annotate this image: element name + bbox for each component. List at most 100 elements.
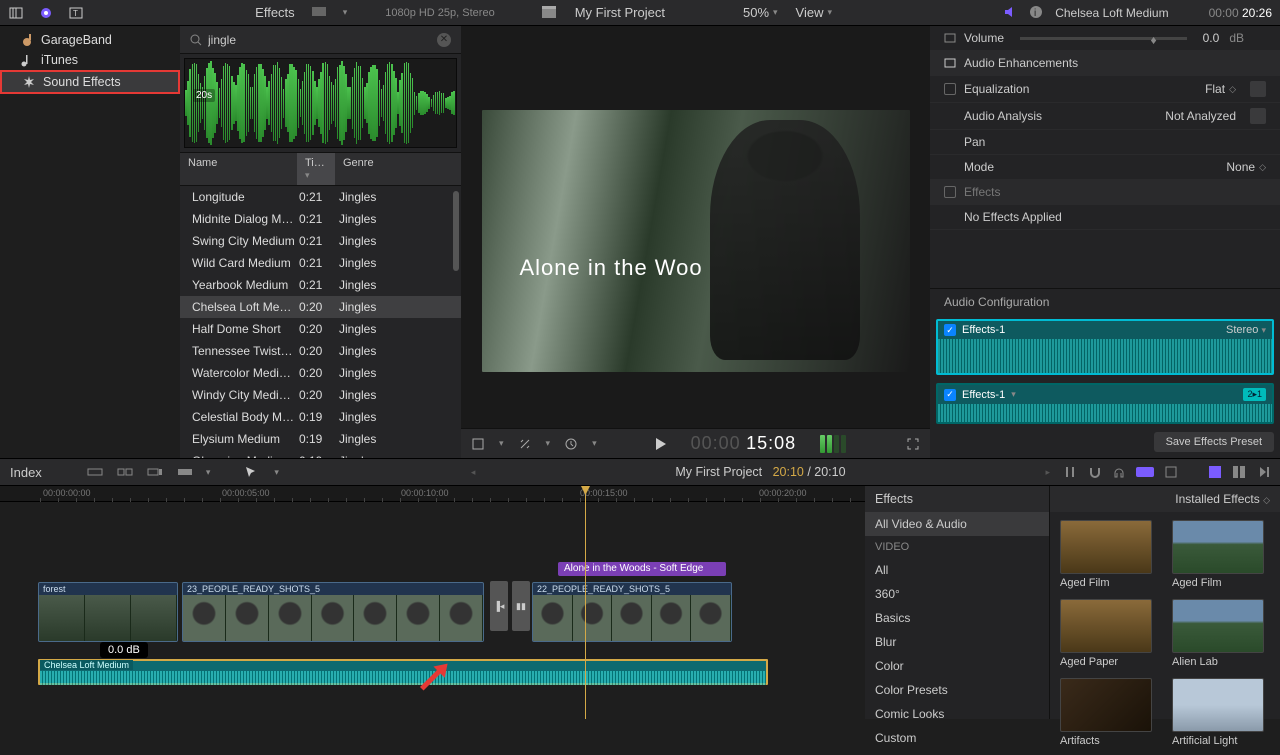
viewer-canvas[interactable]: Alone in the Woo [461,26,930,428]
video-clip[interactable]: 23_PEOPLE_READY_SHOTS_5 [182,582,484,642]
fx-category[interactable]: Custom [865,726,1049,750]
component-checkbox[interactable]: ✓ [944,389,956,401]
scrollbar[interactable] [453,191,459,271]
layout3-icon[interactable] [1256,465,1270,479]
effect-item[interactable]: Artificial Light [1172,678,1270,747]
folder-icon[interactable] [311,5,327,21]
audio-preview[interactable]: 20s [184,58,457,148]
component-checkbox[interactable]: ✓ [944,324,956,336]
track-row[interactable]: Midnite Dialog M…0:21Jingles [180,208,461,230]
sidebar-item-garageband[interactable]: GarageBand [0,30,180,50]
layout2-icon[interactable] [1232,465,1246,479]
effect-item[interactable]: Aged Paper [1060,599,1158,668]
view-dropdown[interactable]: View▾ [796,5,832,20]
zoom-dropdown[interactable]: 50%▾ [743,5,778,20]
snapping-icon[interactable] [1088,465,1102,479]
track-row[interactable]: Tennessee Twist…0:20Jingles [180,340,461,362]
installed-dropdown[interactable]: Installed Effects ◇ [1050,486,1280,512]
search-input[interactable] [208,33,431,47]
clapperboard-icon[interactable] [541,5,557,21]
track-row[interactable]: Chelsea Loft Med…0:20Jingles [180,296,461,318]
audio-clip[interactable]: Chelsea Loft Medium [38,659,768,685]
sidebar-item-sound-effects[interactable]: Sound Effects [0,70,180,94]
mode-dropdown[interactable]: None◇ [1226,160,1266,174]
fx-category[interactable]: Color Presets [865,678,1049,702]
track-row[interactable]: Yearbook Medium0:21Jingles [180,274,461,296]
insert-icon[interactable] [116,465,134,479]
library-icon[interactable] [8,5,24,21]
fx-category[interactable]: Blur [865,630,1049,654]
track-row[interactable]: Celestial Body M…0:19Jingles [180,406,461,428]
connect-icon[interactable] [86,465,104,479]
col-name[interactable]: Name [180,153,297,185]
video-clip[interactable]: forest [38,582,178,642]
col-time[interactable]: Ti… ▾ [297,153,335,185]
audio-component-2[interactable]: ✓ Effects-1 ▾ 2▸1 [936,383,1274,424]
track-row[interactable]: Elysium Medium0:19Jingles [180,428,461,450]
fx-category[interactable]: Comic Looks [865,702,1049,726]
play-button[interactable] [655,437,669,451]
eq-checkbox[interactable] [944,83,956,95]
fx-category[interactable]: All Video & Audio [865,512,1049,536]
fullscreen-icon[interactable] [906,437,920,451]
effects-checkbox[interactable] [944,186,956,198]
ruler-mark: 00:00:00:00 [43,488,91,498]
reveal-icon[interactable] [944,58,956,68]
eq-dropdown[interactable]: Flat◇ [1205,82,1236,96]
volume-slider[interactable]: ♦ [1020,37,1187,40]
timeline[interactable]: 00:00:00:0000:00:05:0000:00:10:0000:00:1… [0,486,865,719]
headphones-icon[interactable] [1112,465,1126,479]
nav-prev[interactable]: ◂ [471,467,476,478]
save-preset-button[interactable]: Save Effects Preset [1154,432,1274,452]
reveal-icon[interactable] [944,33,956,43]
tool-icon[interactable] [1062,465,1078,479]
track-row[interactable]: Swing City Medium0:21Jingles [180,230,461,252]
retime-icon[interactable] [564,437,578,451]
index-button[interactable]: Index [10,465,42,480]
track-row[interactable]: Windy City Mediu…0:20Jingles [180,384,461,406]
eq-editor-icon[interactable] [1250,81,1266,97]
fx-category[interactable]: Color [865,654,1049,678]
time-ruler[interactable]: 00:00:00:0000:00:05:0000:00:10:0000:00:1… [0,486,865,502]
effect-item[interactable]: Aged Film [1060,520,1158,589]
track-row[interactable]: Wild Card Medium0:21Jingles [180,252,461,274]
crop-icon[interactable] [471,437,485,451]
info-icon[interactable]: i [1029,5,1045,21]
track-row[interactable]: Longitude0:21Jingles [180,186,461,208]
prev-edit-icon[interactable]: ▐◂ [490,581,508,631]
audio-component-1[interactable]: ✓ Effects-1 Stereo ▾ [936,319,1274,375]
track-list: Longitude0:21JinglesMidnite Dialog M…0:2… [180,186,461,458]
overwrite-icon[interactable] [176,465,194,479]
enhance-icon[interactable] [518,437,532,451]
effect-item[interactable]: Aged Film [1172,520,1270,589]
playhead[interactable] [585,486,586,719]
col-genre[interactable]: Genre [335,153,461,185]
fx-category[interactable]: All [865,558,1049,582]
sidebar-item-itunes[interactable]: iTunes [0,50,180,70]
title-clip[interactable]: Alone in the Woods - Soft Edge [558,562,726,576]
channel-dropdown[interactable]: Stereo ▾ [1226,324,1266,336]
skimming-icon[interactable] [1136,467,1154,477]
layout-icon[interactable] [1208,465,1222,479]
titles-icon[interactable]: T [68,5,84,21]
effect-item[interactable]: Alien Lab [1172,599,1270,668]
pause-icon[interactable]: ▮▮ [512,581,530,631]
fx-category[interactable]: Basics [865,606,1049,630]
track-row[interactable]: Watercolor Medi…0:20Jingles [180,362,461,384]
transition-buttons[interactable]: ▐◂ ▮▮ [490,581,530,631]
track-row[interactable]: Half Dome Short0:20Jingles [180,318,461,340]
analyze-button[interactable] [1250,108,1266,124]
audio-icon[interactable] [1003,5,1019,21]
select-tool-icon[interactable] [244,465,262,479]
fx-category[interactable]: 360° [865,582,1049,606]
chevron-down-icon[interactable]: ▾ [1011,389,1016,400]
track-row[interactable]: Gleaming Medium0:19Jingles [180,450,461,458]
effect-item[interactable]: Artifacts [1060,678,1158,747]
nav-next[interactable]: ▸ [1045,467,1050,478]
append-icon[interactable] [146,465,164,479]
video-clip[interactable]: 22_PEOPLE_READY_SHOTS_5 [532,582,732,642]
photos-icon[interactable] [38,5,54,21]
chevron-down-icon[interactable]: ▾ [343,7,348,18]
solo-icon[interactable] [1164,465,1178,479]
clear-search-button[interactable]: ✕ [437,33,451,47]
